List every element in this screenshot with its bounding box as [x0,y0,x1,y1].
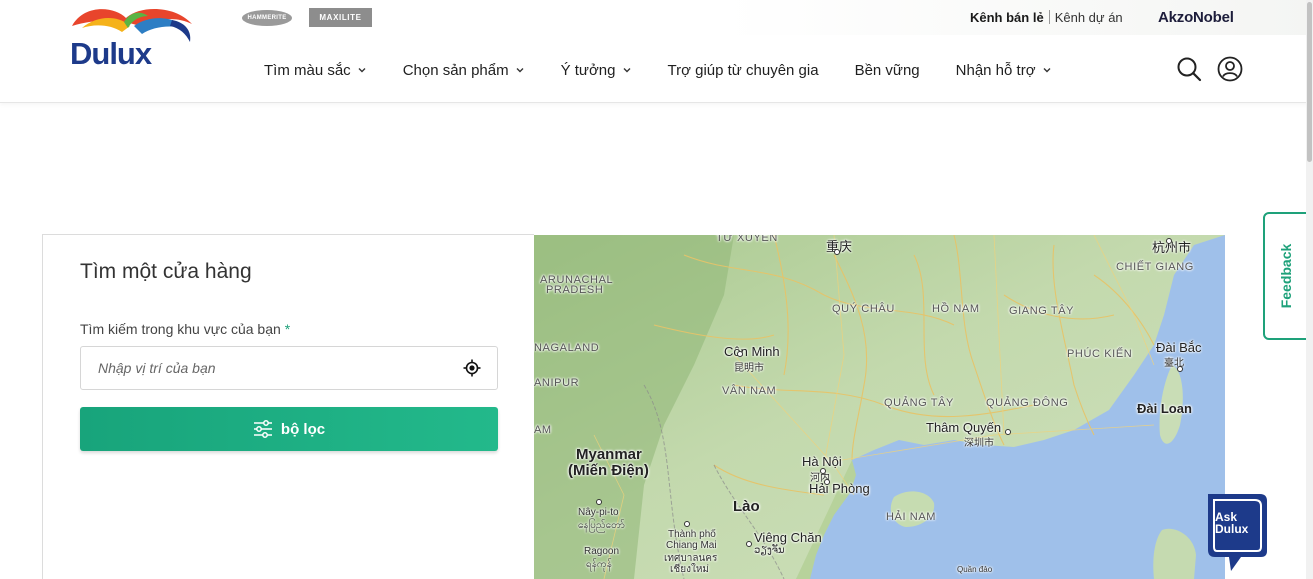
filter-button[interactable]: bộ lọc [80,407,498,451]
city-marker [737,351,743,357]
site-header: Dulux HAMMERITE MAXILITE Kênh bán lẻ Kênh… [0,0,1313,103]
map-label: QUẢNG TÂY [884,397,954,409]
retail-channel-link[interactable]: Kênh bán lẻ [970,10,1044,25]
store-finder-panel: Tìm một cửa hàng Tìm kiếm trong khu vực … [42,234,534,579]
city-marker [1166,238,1172,244]
ask-dulux-line2: Dulux [1215,522,1249,536]
map-label: เชียงใหม่ [670,564,710,575]
map-terrain [534,235,1225,579]
chevron-down-icon [1043,68,1051,73]
page-title: Tìm một cửa hàng [80,260,252,283]
location-input[interactable] [98,360,463,376]
chevron-down-icon [623,68,630,73]
city-marker [684,521,690,527]
city-marker [596,499,602,505]
chevron-down-icon [358,68,366,73]
map-label: Hà Nội [802,454,842,469]
map-label: Thâm Quyến [926,420,1002,435]
page-scrollbar[interactable] [1306,0,1313,579]
map-label: GIANG TÂY [1009,305,1075,317]
map-label: VÂN NAM [722,385,777,397]
nav-item-label: Trợ giúp từ chuyên gia [667,61,819,79]
divider [1048,10,1050,24]
project-channel-link[interactable]: Kênh dự án [1055,10,1123,25]
nav-item-label: Chọn sản phẩm [402,61,509,79]
map-label: CHIẾT GIANG [1116,261,1194,273]
map-label: 昆明市 [734,363,764,374]
nav-item-label: Tìm màu sắc [264,61,351,79]
nav-item-expert-help[interactable]: Trợ giúp từ chuyên gia [668,59,819,81]
nav-item-sustainability[interactable]: Bền vững [855,59,920,81]
map-label: PRADESH [546,284,604,296]
ask-dulux-label: Ask Dulux [1215,511,1261,535]
map-label: ANIPUR [534,377,580,389]
location-search-field [80,346,498,390]
utility-links: Kênh bán lẻ Kênh dự án [970,10,1123,25]
hammerite-logo[interactable]: HAMMERITE [242,10,292,26]
map-label: Quần đảo [957,565,993,574]
city-marker [824,479,830,485]
feedback-tab[interactable]: Feedback [1263,212,1308,340]
map-label: QUÝ CHÂU [832,303,895,315]
user-icon[interactable] [1217,56,1243,82]
map-label: Nây-pi-to [578,507,619,518]
map-label: NAGALAND [534,342,600,354]
search-icon[interactable] [1176,56,1202,82]
map-label: Viêng Chăn [754,530,822,545]
map-label: ວຽງຈັນ [754,545,785,556]
search-area-label: Tìm kiếm trong khu vực của bạn * [80,321,290,337]
nav-item-get-support[interactable]: Nhận hỗ trợ [956,59,1052,81]
nav-item-label: Bền vững [854,61,920,79]
map-label: Hải Phòng [809,481,870,496]
map-label: HỒ NAM [932,303,980,315]
map-label: QUẢNG ĐÔNG [986,397,1069,409]
maxilite-logo[interactable]: MAXILITE [309,8,372,27]
dulux-logo[interactable]: Dulux [64,6,200,72]
map-label: နေပြည်တော် [578,520,625,531]
city-marker [834,249,840,255]
map-label: 深圳市 [964,438,994,449]
map-label: Myanmar [576,446,642,463]
svg-text:Dulux: Dulux [70,36,153,71]
map-label: Đài Bắc [1156,340,1202,355]
chevron-down-icon [516,68,524,73]
sliders-icon [253,420,272,438]
search-area-label-text: Tìm kiếm trong khu vực của bạn [80,321,281,337]
city-marker [1177,366,1183,372]
nav-item-label: Nhận hỗ trợ [955,61,1036,79]
locate-me-icon[interactable] [463,359,481,377]
city-marker [1005,429,1011,435]
map-label: Ragoon [584,546,620,557]
map-label: AM [534,424,552,436]
map-label: Thành phố [668,529,716,540]
map-label: PHÚC KIẾN [1067,348,1133,360]
feedback-label: Feedback [1277,243,1294,309]
map-label: Lào [733,498,760,515]
required-mark: * [284,321,291,337]
filter-button-label: bộ lọc [280,420,326,438]
nav-item-ideas[interactable]: Ý tưởng [561,59,632,81]
nav-item-find-colours[interactable]: Tìm màu sắc [264,59,367,81]
map-label: TỨ XUYÊN [716,235,778,244]
akzonobel-logo[interactable]: AkzoNobel [1158,9,1234,26]
main-nav: Tìm màu sắc Chọn sản phẩm Ý tưởng Trợ gi… [264,59,1088,81]
city-marker [746,541,752,547]
map-label: HẢI NAM [886,511,937,523]
map-label: Côn Minh [724,344,780,359]
scrollbar-thumb[interactable] [1307,2,1312,162]
store-map[interactable]: TỨ XUYÊN 重庆 杭州市 ARUNACHAL PRADESH CHIẾT … [534,235,1225,579]
nav-item-choose-products[interactable]: Chọn sản phẩm [403,59,525,81]
map-label: Đài Loan [1137,401,1192,416]
city-marker [820,468,826,474]
map-label: Chiang Mai [666,540,717,551]
map-label: (Miến Điện) [568,462,649,479]
map-label: ရန်ကုန် [586,559,612,570]
nav-item-label: Ý tưởng [560,61,616,79]
